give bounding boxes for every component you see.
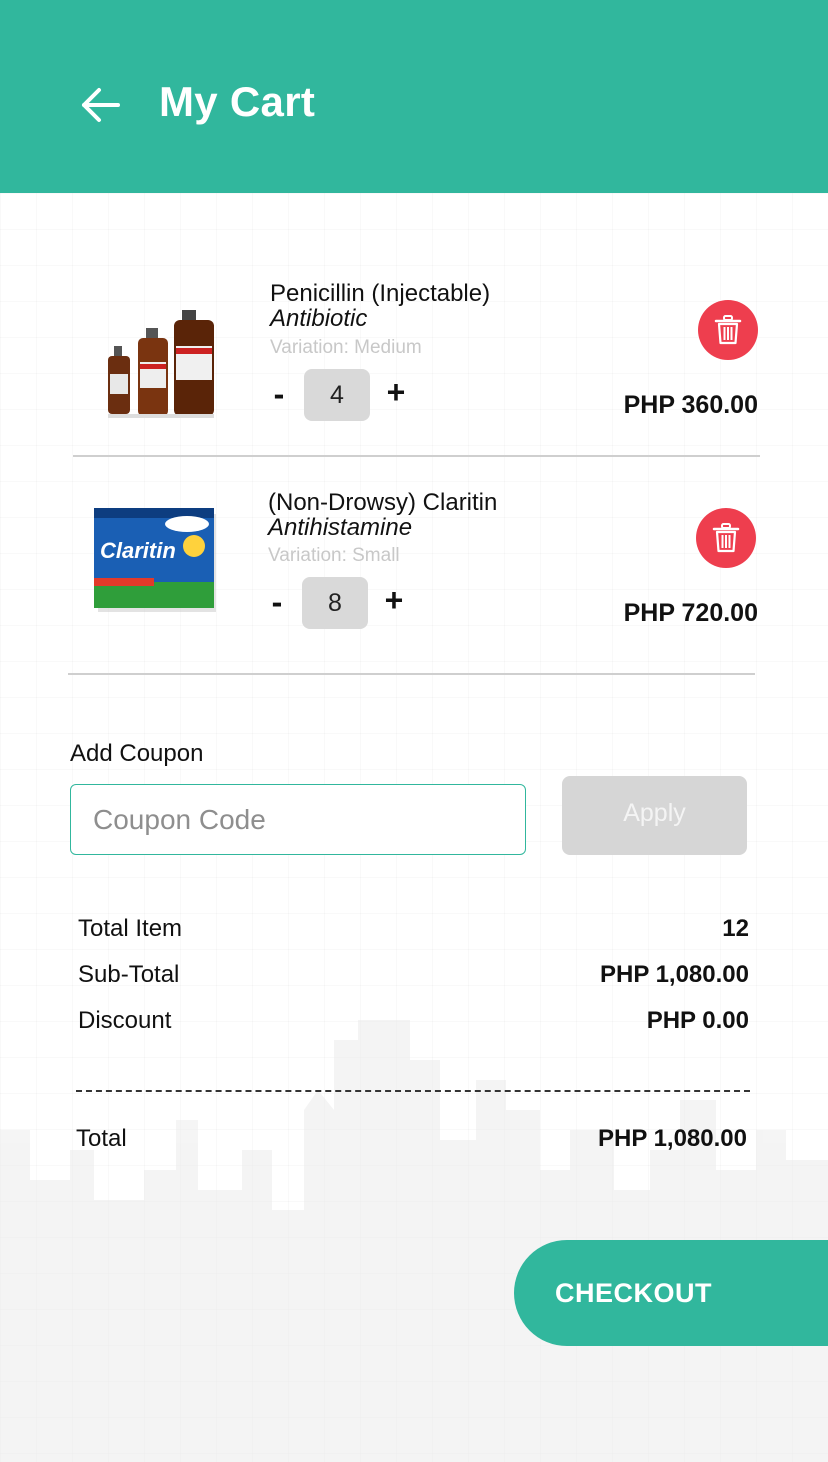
quantity-decrease-button[interactable]: - <box>264 374 294 414</box>
item-divider <box>68 673 755 675</box>
coupon-label: Add Coupon <box>70 740 204 767</box>
discount-label: Discount <box>78 1007 172 1034</box>
total-item-value: 12 <box>722 915 749 942</box>
svg-text:Claritin: Claritin <box>100 538 176 563</box>
summary-discount-row: Discount PHP 0.00 <box>0 1007 828 1041</box>
item-divider <box>73 455 760 457</box>
summary-subtotal-row: Sub-Total PHP 1,080.00 <box>0 961 828 995</box>
quantity-field[interactable]: 4 <box>304 369 370 421</box>
product-name: (Non-Drowsy) Claritin <box>268 489 498 516</box>
quantity-field[interactable]: 8 <box>302 577 368 629</box>
app-header: My Cart <box>0 0 828 193</box>
trash-icon <box>714 315 742 345</box>
subtotal-label: Sub-Total <box>78 961 180 988</box>
summary-dashed-divider <box>76 1090 750 1092</box>
page-title: My Cart <box>159 78 316 125</box>
coupon-code-input[interactable] <box>70 784 526 855</box>
summary-total-row: Total PHP 1,080.00 <box>0 1125 828 1159</box>
total-value: PHP 1,080.00 <box>597 1125 747 1152</box>
arrow-left-icon <box>82 88 120 122</box>
product-image-claritin: Claritin <box>92 506 220 616</box>
summary-total-item-row: Total Item 12 <box>0 915 828 949</box>
discount-value: PHP 0.00 <box>646 1007 749 1034</box>
total-label: Total <box>76 1125 127 1152</box>
product-name: Penicillin (Injectable) <box>270 280 491 307</box>
product-category: Antihistamine <box>268 514 413 541</box>
subtotal-value: PHP 1,080.00 <box>599 961 749 988</box>
product-variation: Variation: Medium <box>270 337 422 358</box>
quantity-decrease-button[interactable]: - <box>262 582 292 622</box>
item-price: PHP 720.00 <box>623 599 758 627</box>
total-item-label: Total Item <box>78 915 183 942</box>
city-skyline-background <box>0 1020 828 1462</box>
product-variation: Variation: Small <box>268 545 400 566</box>
quantity-increase-button[interactable]: + <box>381 372 411 412</box>
trash-icon <box>712 523 740 553</box>
item-price: PHP 360.00 <box>623 391 758 419</box>
back-button[interactable] <box>78 82 124 128</box>
delete-item-button[interactable] <box>696 508 756 568</box>
apply-coupon-button[interactable]: Apply <box>562 776 747 855</box>
quantity-increase-button[interactable]: + <box>379 580 409 620</box>
product-image-penicillin <box>100 306 220 424</box>
checkout-button[interactable]: CHECKOUT <box>514 1240 828 1346</box>
product-category: Antibiotic <box>270 305 368 332</box>
delete-item-button[interactable] <box>698 300 758 360</box>
